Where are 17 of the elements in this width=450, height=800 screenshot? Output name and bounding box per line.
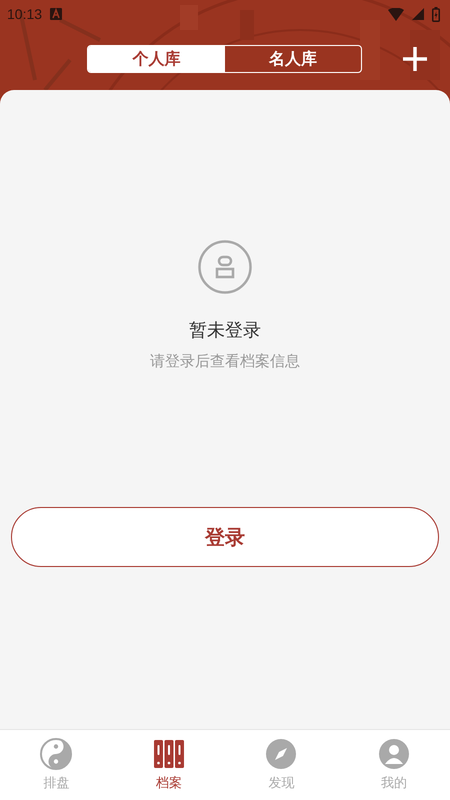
status-time: 10:13 bbox=[7, 6, 42, 22]
wifi-icon bbox=[388, 8, 404, 20]
segment-tab[interactable]: 名人库 bbox=[224, 46, 361, 72]
empty-message: 请登录后查看档案信息 bbox=[150, 352, 300, 371]
yin-yang-icon bbox=[40, 738, 72, 770]
segment-tab[interactable]: 个人库 bbox=[88, 46, 224, 72]
login-button[interactable]: 登录 bbox=[11, 507, 439, 567]
signal-icon bbox=[412, 8, 424, 20]
add-icon[interactable] bbox=[402, 46, 428, 72]
notification-icon bbox=[50, 8, 62, 20]
user-icon bbox=[378, 738, 410, 770]
battery-icon bbox=[432, 6, 440, 22]
compass-icon bbox=[265, 738, 298, 770]
user-placeholder-icon bbox=[198, 240, 252, 294]
binders-icon bbox=[152, 738, 185, 770]
nav-tab[interactable]: 档案 bbox=[112, 730, 225, 800]
empty-title: 暂未登录 bbox=[189, 319, 261, 342]
